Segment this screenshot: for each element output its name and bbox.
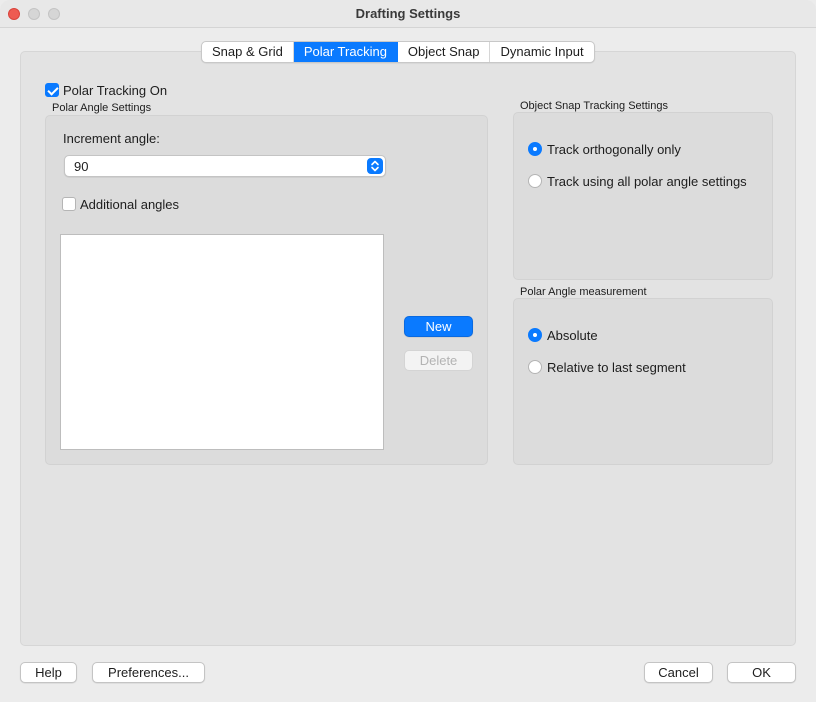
polar-tracking-on-label: Polar Tracking On	[63, 83, 168, 98]
relative-to-last-segment-radio[interactable]	[528, 360, 542, 374]
increment-angle-label: Increment angle:	[63, 131, 160, 146]
delete-angle-button[interactable]: Delete	[404, 350, 473, 371]
track-orthogonally-label: Track orthogonally only	[547, 142, 681, 157]
title-bar: Drafting Settings	[0, 0, 816, 28]
polar-angle-measurement-group	[513, 298, 773, 465]
polar-angle-measurement-title: Polar Angle measurement	[520, 286, 647, 298]
polar-tracking-on-checkbox[interactable]	[45, 83, 59, 97]
track-orthogonally-radio[interactable]	[528, 142, 542, 156]
track-all-polar-label: Track using all polar angle settings	[547, 174, 747, 189]
tab-object-snap[interactable]: Object Snap	[398, 42, 491, 62]
ok-button[interactable]: OK	[727, 662, 796, 683]
object-snap-tracking-group	[513, 112, 773, 280]
tab-dynamic-input[interactable]: Dynamic Input	[490, 42, 593, 62]
help-button[interactable]: Help	[20, 662, 77, 683]
chevron-up-down-icon	[367, 158, 383, 174]
drafting-settings-window: Drafting Settings Snap & Grid Polar Trac…	[0, 0, 816, 702]
additional-angles-label: Additional angles	[80, 197, 180, 212]
polar-angle-settings-title: Polar Angle Settings	[52, 102, 152, 114]
additional-angles-checkbox[interactable]	[62, 197, 76, 211]
track-all-polar-radio[interactable]	[528, 174, 542, 188]
object-snap-tracking-title: Object Snap Tracking Settings	[520, 100, 668, 112]
cancel-button[interactable]: Cancel	[644, 662, 713, 683]
window-title: Drafting Settings	[355, 6, 461, 21]
additional-angles-list[interactable]	[60, 234, 384, 450]
relative-to-last-segment-label: Relative to last segment	[547, 360, 686, 375]
absolute-label: Absolute	[547, 328, 598, 343]
tab-polar-tracking[interactable]: Polar Tracking	[293, 42, 398, 62]
tab-snap-grid[interactable]: Snap & Grid	[202, 42, 294, 62]
tab-bar: Snap & Grid Polar Tracking Object Snap D…	[201, 41, 595, 63]
preferences-button[interactable]: Preferences...	[92, 662, 205, 683]
increment-angle-value: 90	[74, 159, 89, 174]
increment-angle-select[interactable]: 90	[64, 155, 386, 177]
absolute-radio[interactable]	[528, 328, 542, 342]
new-angle-button[interactable]: New	[404, 316, 473, 337]
